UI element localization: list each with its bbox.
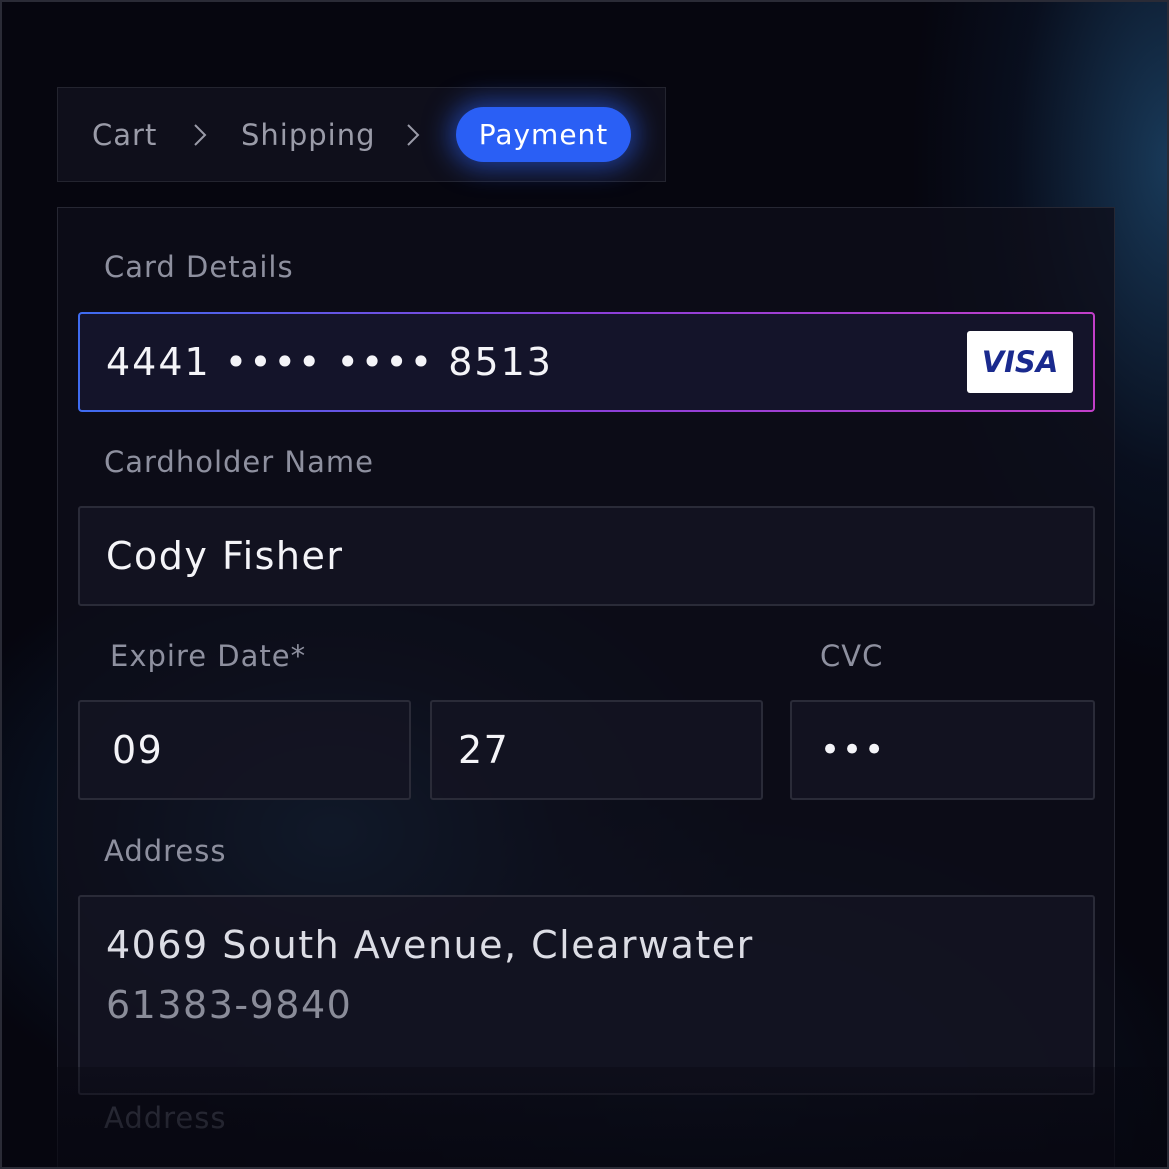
chevron-right-icon (403, 120, 423, 150)
expire-year-field[interactable]: 27 (430, 700, 763, 800)
cvc-label: CVC (820, 639, 884, 673)
expire-month-value: 09 (112, 728, 164, 772)
cvc-value: ••• (820, 730, 887, 770)
chevron-right-icon (190, 120, 210, 150)
expire-year-value: 27 (458, 728, 510, 772)
cardholder-name-label: Cardholder Name (104, 445, 374, 479)
card-number-value: 4441 •••• •••• 8513 (106, 340, 553, 384)
cardholder-name-value: Cody Fisher (106, 534, 344, 578)
breadcrumb-cart[interactable]: Cart (92, 118, 157, 152)
visa-logo-icon: VISA (967, 331, 1073, 393)
breadcrumb: Cart Shipping Payment (57, 87, 666, 182)
cvc-field[interactable]: ••• (790, 700, 1095, 800)
breadcrumb-shipping[interactable]: Shipping (241, 118, 376, 152)
expire-date-label: Expire Date* (110, 639, 307, 673)
payment-form-card: Card Details 4441 •••• •••• 8513 VISA Ca… (57, 207, 1115, 1167)
cardholder-name-field[interactable]: Cody Fisher (78, 506, 1095, 606)
address-label: Address (104, 834, 227, 868)
breadcrumb-payment-active[interactable]: Payment (456, 107, 631, 162)
address-line-2: 61383-9840 (106, 983, 353, 1027)
address-2-label: Address (104, 1101, 227, 1135)
expire-month-field[interactable]: 09 (78, 700, 411, 800)
checkout-frame: Cart Shipping Payment Card Details 4441 … (0, 0, 1169, 1169)
card-number-field[interactable]: 4441 •••• •••• 8513 VISA (78, 312, 1095, 412)
address-line-1: 4069 South Avenue, Clearwater (106, 923, 754, 967)
address-field[interactable]: 4069 South Avenue, Clearwater 61383-9840 (78, 895, 1095, 1095)
card-details-label: Card Details (104, 250, 294, 284)
